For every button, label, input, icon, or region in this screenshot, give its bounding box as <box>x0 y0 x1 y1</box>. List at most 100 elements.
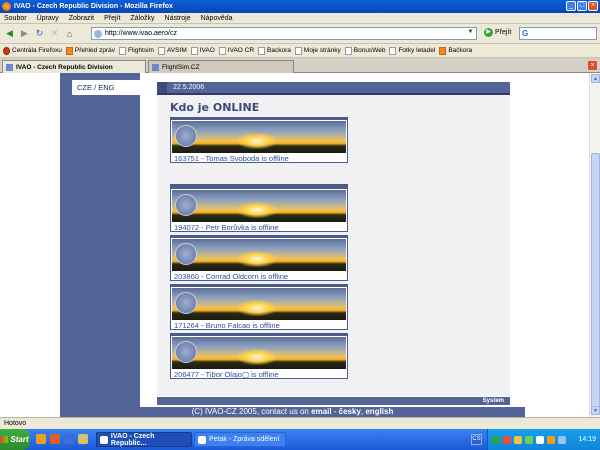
url-text[interactable]: http://www.ivao.aero/cz <box>105 30 177 37</box>
bookmark-item[interactable]: Přehled zpráv <box>65 46 115 55</box>
tray-icon[interactable] <box>492 435 500 444</box>
back-arrow-icon[interactable]: ◀ <box>3 27 16 40</box>
start-button[interactable]: Start <box>0 429 30 450</box>
home-icon[interactable]: ⌂ <box>63 27 76 40</box>
system-tray: 14:19 <box>487 429 600 450</box>
menu-tools[interactable]: Nástroje <box>165 15 191 22</box>
reload-icon[interactable]: ↻ <box>33 27 46 40</box>
app-quicklaunch-icon[interactable] <box>64 434 74 444</box>
go-label: Přejít <box>495 29 512 36</box>
speaker-icon[interactable] <box>558 435 566 444</box>
firefox-icon <box>3 46 10 55</box>
tray-icon[interactable] <box>514 435 522 444</box>
site-favicon-icon <box>152 63 159 71</box>
site-favicon-icon <box>94 29 102 38</box>
app-quicklaunch-icon[interactable] <box>78 434 88 444</box>
page-icon <box>157 46 165 55</box>
status-text: Hotovo <box>4 420 27 427</box>
clock: 14:19 <box>578 436 596 443</box>
pilot-card: 206477 - Tibor Olajo▢ is offline <box>170 333 348 379</box>
bookmark-item[interactable]: Centrála Firefoxu <box>3 46 62 55</box>
pilot-status-link[interactable]: 171264 - Bruno Falcao is offline <box>174 321 280 330</box>
forward-arrow-icon[interactable]: ▶ <box>18 27 31 40</box>
pilot-status-link[interactable]: 203860 - Conrad Oldcorn is offline <box>174 272 288 281</box>
bookmark-item[interactable]: BonusWeb <box>344 46 385 55</box>
chevron-down-icon[interactable]: ▼ <box>466 29 475 38</box>
scroll-up-icon[interactable]: ▲ <box>591 74 600 83</box>
menu-view[interactable]: Zobrazit <box>69 15 94 22</box>
page-icon <box>389 46 397 55</box>
menu-help[interactable]: Nápověda <box>201 15 233 22</box>
pilot-card: 203860 - Conrad Oldcorn is offline <box>170 235 348 281</box>
tray-icon[interactable] <box>503 435 511 444</box>
firefox-quicklaunch-icon[interactable] <box>36 434 46 444</box>
tab-ivao[interactable]: IVAO - Czech Republic Division <box>2 60 146 73</box>
ivao-logo-icon <box>175 292 197 314</box>
address-bar[interactable]: http://www.ivao.aero/cz ▼ <box>91 27 477 40</box>
menu-bookmarks[interactable]: Záložky <box>130 15 154 22</box>
pilot-card: 171264 - Bruno Falcao is offline <box>170 284 348 330</box>
menu-go[interactable]: Přejít <box>104 15 120 22</box>
bookmark-item[interactable]: Backora <box>258 46 291 55</box>
pilot-status-link[interactable]: 163751 - Tomas Svoboda is offline <box>174 154 289 163</box>
minimize-button[interactable]: _ <box>566 1 576 11</box>
system-label: System <box>482 398 504 404</box>
windows-logo-icon <box>1 436 9 443</box>
tray-icon[interactable] <box>536 435 544 444</box>
rss-icon <box>65 46 73 55</box>
window-titlebar: IVAO - Czech Republic Division - Mozilla… <box>0 0 600 13</box>
message-icon <box>198 435 206 444</box>
bookmark-item[interactable]: IVAO CR <box>218 46 254 55</box>
tab-label: FlightSim.CZ <box>162 63 200 71</box>
bookmarks-toolbar: Centrála Firefoxu Přehled zpráv Flightsi… <box>0 44 600 58</box>
tray-icon[interactable] <box>525 435 533 444</box>
language-indicator[interactable]: CS <box>471 434 482 445</box>
navigation-toolbar: ◀ ▶ ↻ ✕ ⌂ http://www.ivao.aero/cz ▼ ▶ Př… <box>0 24 600 44</box>
status-bar: Hotovo <box>0 417 600 429</box>
sunset-banner <box>172 288 346 320</box>
tray-icon[interactable] <box>547 435 555 444</box>
bookmark-item[interactable]: Bačkora <box>439 46 472 55</box>
search-input[interactable]: G <box>519 27 597 40</box>
language-switch[interactable]: CZE / ENG <box>72 80 140 95</box>
pilot-card: 194072 - Petr Borůvka is offline <box>170 186 348 232</box>
site-frame: CZE / ENG 22.5.2006 Kdo je ONLINE 163751… <box>60 73 525 417</box>
menu-file[interactable]: Soubor <box>4 15 27 22</box>
sunset-banner <box>172 190 346 222</box>
vertical-scrollbar[interactable]: ▲ ▼ <box>589 73 600 417</box>
date-band: 22.5.2006 <box>157 82 510 93</box>
stop-icon[interactable]: ✕ <box>48 27 61 40</box>
google-icon: G <box>522 29 529 38</box>
tab-bar: IVAO - Czech Republic Division FlightSim… <box>0 58 600 73</box>
bookmark-item[interactable]: Flightsim <box>118 46 154 55</box>
pilot-card: 163751 - Tomas Svoboda is offline <box>170 117 348 163</box>
pilot-status-link[interactable]: 194072 - Petr Borůvka is offline <box>174 223 279 232</box>
bookmark-item[interactable]: AVSIM <box>157 46 187 55</box>
maximize-button[interactable]: □ <box>577 1 587 11</box>
close-tab-icon[interactable]: × <box>588 61 597 70</box>
email-link[interactable]: email <box>311 407 331 416</box>
go-button[interactable]: ▶ Přejít <box>484 28 511 37</box>
taskbar: Start IVAO - Czech Republic... Petak - Z… <box>0 429 600 450</box>
scroll-down-icon[interactable]: ▼ <box>591 406 600 415</box>
tab-flightsim[interactable]: FlightSim.CZ <box>148 60 294 73</box>
scrollbar-thumb[interactable] <box>591 153 600 413</box>
main-content: 22.5.2006 Kdo je ONLINE 163751 - Tomas S… <box>140 73 525 417</box>
bookmark-item[interactable]: Fotky letadel <box>389 46 435 55</box>
task-firefox[interactable]: IVAO - Czech Republic... <box>96 432 192 447</box>
site-favicon-icon <box>6 63 13 71</box>
english-link[interactable]: english <box>365 407 393 416</box>
czech-link[interactable]: česky <box>339 407 361 416</box>
app-quicklaunch-icon[interactable] <box>50 434 60 444</box>
menu-edit[interactable]: Úpravy <box>37 15 59 22</box>
page-icon <box>218 46 226 55</box>
bookmark-item[interactable]: Moje stránky <box>294 46 341 55</box>
close-window-button[interactable]: × <box>588 1 598 11</box>
bookmark-item[interactable]: IVAO <box>190 46 215 55</box>
pilot-status-link[interactable]: 206477 - Tibor Olajo▢ is offline <box>174 370 279 379</box>
ivao-logo-icon <box>175 125 197 147</box>
left-sidebar: CZE / ENG <box>60 73 140 417</box>
task-message[interactable]: Petak - Zpráva sdělení <box>194 432 286 447</box>
ivao-logo-icon <box>175 194 197 216</box>
rss-icon <box>439 46 447 55</box>
